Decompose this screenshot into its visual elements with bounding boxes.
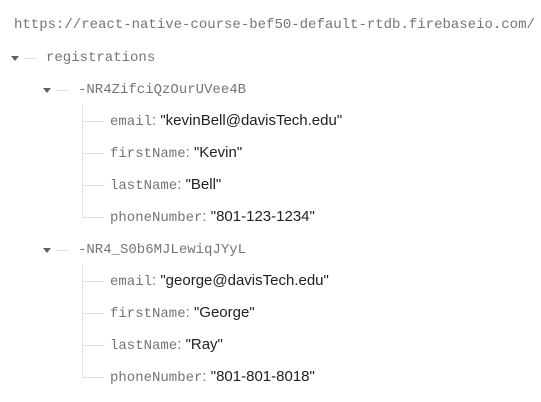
- record-1-phonenumber-row: phoneNumber: "801-123-1234": [110, 208, 315, 226]
- field-value[interactable]: "801-801-8018": [211, 368, 315, 385]
- tree-connector: [82, 121, 104, 122]
- record-1-email-row: email: "kevinBell@davisTech.edu": [110, 112, 343, 130]
- field-value[interactable]: "Kevin": [194, 144, 242, 161]
- record-1-expand-toggle-icon[interactable]: [43, 88, 51, 93]
- record-2-lastname-row: lastName: "Ray": [110, 336, 223, 354]
- field-key[interactable]: lastName: [110, 338, 177, 354]
- field-key[interactable]: lastName: [110, 178, 177, 194]
- database-root-url[interactable]: https://react-native-course-bef50-defaul…: [14, 16, 535, 34]
- field-key[interactable]: phoneNumber: [110, 370, 202, 386]
- record-1-lastname-row: lastName: "Bell": [110, 176, 222, 194]
- field-value[interactable]: "Bell": [186, 176, 222, 193]
- tree-connector: [82, 281, 104, 282]
- tree-connector: [82, 153, 104, 154]
- field-value[interactable]: "kevinBell@davisTech.edu": [160, 112, 342, 129]
- field-value[interactable]: "Ray": [186, 336, 223, 353]
- field-key[interactable]: email: [110, 114, 152, 130]
- tree-connector: [82, 217, 104, 218]
- database-tree: https://react-native-course-bef50-defaul…: [0, 0, 541, 402]
- field-value[interactable]: "George": [194, 304, 255, 321]
- record-1-firstname-row: firstName: "Kevin": [110, 144, 243, 162]
- record-1-key[interactable]: -NR4ZifciQzOurUVee4B: [78, 80, 246, 100]
- record-2-phonenumber-row: phoneNumber: "801-801-8018": [110, 368, 315, 386]
- tree-connector: [24, 58, 36, 59]
- registrations-expand-toggle-icon[interactable]: [11, 56, 19, 61]
- field-key[interactable]: phoneNumber: [110, 210, 202, 226]
- field-value[interactable]: "801-123-1234": [211, 208, 315, 225]
- tree-connector: [56, 250, 68, 251]
- field-value[interactable]: "george@davisTech.edu": [160, 272, 328, 289]
- tree-connector: [82, 377, 104, 378]
- record-2-key[interactable]: -NR4_S0b6MJLewiqJYyL: [78, 240, 246, 260]
- tree-connector: [82, 185, 104, 186]
- tree-connector: [82, 345, 104, 346]
- record-2-expand-toggle-icon[interactable]: [43, 248, 51, 253]
- registrations-key[interactable]: registrations: [46, 48, 155, 68]
- record-2-email-row: email: "george@davisTech.edu": [110, 272, 329, 290]
- tree-connector: [56, 90, 68, 91]
- tree-connector: [82, 313, 104, 314]
- field-key[interactable]: email: [110, 274, 152, 290]
- record-2-firstname-row: firstName: "George": [110, 304, 255, 322]
- field-key[interactable]: firstName: [110, 146, 186, 162]
- field-key[interactable]: firstName: [110, 306, 186, 322]
